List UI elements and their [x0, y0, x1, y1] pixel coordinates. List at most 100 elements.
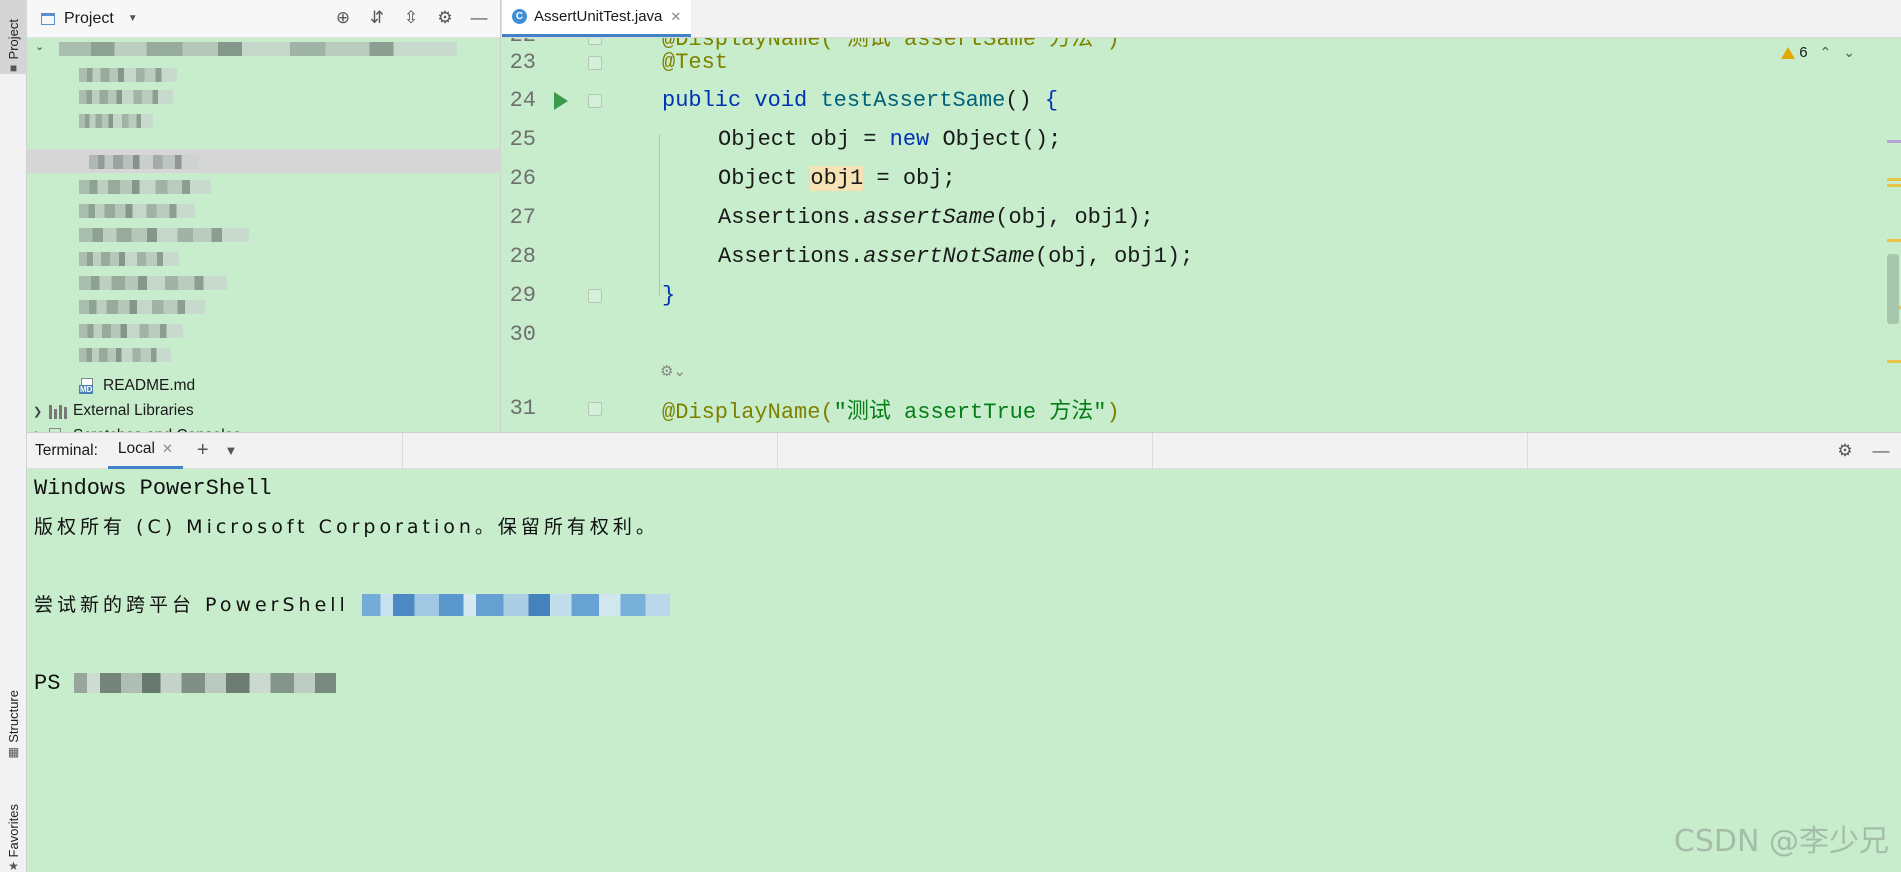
editor-tab-label: AssertUnitTest.java [534, 8, 663, 25]
structure-icon: ▦ [7, 745, 20, 759]
new-terminal-icon[interactable]: + [197, 439, 209, 462]
watermark: CSDN @李少兄 [1673, 824, 1889, 859]
redacted-tree-item [79, 228, 249, 242]
terminal-line: 版权所有 (C) Microsoft Corporation。保留所有权利。 [34, 516, 659, 538]
java-class-icon: C [512, 9, 527, 24]
tree-item-readme[interactable]: MD README.md [79, 374, 195, 398]
minimize-icon[interactable]: — [1871, 440, 1891, 462]
code-text: Object obj1 = obj; [718, 166, 956, 191]
redacted-link[interactable] [362, 594, 671, 617]
run-test-icon[interactable] [554, 92, 568, 110]
code-area[interactable]: 22 @DisplayName("测试 assertSame 方法") 23 @… [502, 38, 1901, 432]
structure-tool-label: Structure [6, 690, 21, 743]
code-line: 24 public void testAssertSame() { [502, 81, 1901, 120]
divider [402, 433, 403, 469]
divider [777, 433, 778, 469]
project-tool-button[interactable]: Project ■ [0, 0, 27, 74]
editor-tab-bar: C AssertUnitTest.java ✕ [502, 0, 1901, 38]
terminal-tab-label: Local [117, 440, 155, 457]
terminal-header: Terminal: Local ✕ + ▼ ⚙ — [27, 433, 1901, 469]
gear-icon[interactable]: ⚙ [435, 7, 455, 29]
code-line: 30 [502, 315, 1901, 354]
error-stripe[interactable] [1871, 38, 1901, 432]
code-line: 31 @DisplayName("测试 assertTrue 方法") [502, 389, 1901, 428]
line-number: 26 [509, 166, 536, 191]
code-text: Object obj = new Object(); [718, 127, 1062, 152]
fold-marker-icon[interactable] [588, 56, 602, 70]
gear-icon[interactable]: ⚙ [1835, 440, 1855, 462]
editor-tab-assert-unit-test[interactable]: C AssertUnitTest.java ✕ [502, 0, 692, 37]
redacted-path [73, 673, 336, 694]
stripe-mark[interactable] [1887, 178, 1901, 181]
code-line: 28 Assertions.assertNotSame(obj, obj1); [502, 237, 1901, 276]
terminal-tab-local[interactable]: Local ✕ [107, 433, 183, 469]
star-icon: ★ [8, 859, 19, 872]
redacted-tree-item [79, 204, 195, 218]
prompt-text: PS [34, 671, 61, 696]
code-line: 23 @Test [502, 43, 1901, 82]
minimize-icon[interactable]: — [469, 7, 489, 29]
code-vision-icon[interactable]: ⚙⌄ [660, 362, 686, 380]
code-text: } [662, 283, 676, 308]
close-icon[interactable]: ✕ [670, 9, 681, 25]
divider [1527, 433, 1528, 469]
terminal-toolbar: ⚙ — [1835, 440, 1891, 462]
code-text: @Test [662, 50, 729, 75]
favorites-tool-button[interactable]: Favorites ★ [0, 786, 27, 872]
line-number: 28 [509, 244, 536, 269]
tree-item-label: README.md [103, 377, 196, 394]
divider [1152, 433, 1153, 469]
favorites-tool-label: Favorites [6, 803, 21, 857]
code-text: public void testAssertSame() { [662, 88, 1059, 113]
fold-marker-icon[interactable] [588, 402, 602, 416]
redacted-tree-item [79, 300, 205, 314]
redacted-tree-item [79, 324, 183, 338]
code-text: @DisplayName("测试 assertTrue 方法") [662, 399, 1120, 425]
project-header: Project ▼ ⊕ ⇵ ⇳ ⚙ — [27, 0, 500, 38]
expand-all-icon[interactable]: ⇵ [367, 7, 387, 29]
library-icon [49, 403, 67, 419]
code-line: 26 Object obj1 = obj; [502, 159, 1901, 198]
redacted-tree-item [89, 155, 199, 169]
code-line: 25 Object obj = new Object(); [502, 120, 1901, 159]
fold-marker-icon[interactable] [588, 289, 602, 303]
expand-arrow-icon[interactable]: ⌄ [35, 40, 44, 53]
collapse-all-icon[interactable]: ⇳ [401, 7, 421, 29]
stripe-mark[interactable] [1887, 239, 1901, 242]
scrollbar-thumb[interactable] [1887, 254, 1899, 324]
line-number: 23 [509, 50, 536, 75]
stripe-mark[interactable] [1887, 184, 1901, 187]
line-number: 31 [509, 396, 536, 421]
terminal-output[interactable]: Windows PowerShell 版权所有 (C) Microsoft Co… [34, 469, 671, 703]
redacted-tree-item [79, 252, 179, 266]
line-number: 29 [509, 283, 536, 308]
left-tool-strip: Project ■ Structure ▦ Favorites ★ [0, 0, 27, 872]
stripe-mark[interactable] [1887, 360, 1901, 363]
close-icon[interactable]: ✕ [162, 441, 173, 457]
tree-item-external-libraries[interactable]: ❯ External Libraries [33, 399, 194, 423]
line-number: 25 [509, 127, 536, 152]
locate-icon[interactable]: ⊕ [333, 7, 353, 29]
terminal-line: 尝试新的跨平台 PowerShell [34, 586, 671, 625]
redacted-tree-item [79, 348, 171, 362]
chevron-down-icon[interactable]: ▼ [128, 13, 138, 24]
line-number: 27 [509, 205, 536, 230]
redacted-tree-item [79, 114, 153, 128]
redacted-tree-item [79, 180, 211, 194]
fold-marker-icon[interactable] [588, 94, 602, 108]
chevron-right-icon[interactable]: ❯ [33, 405, 49, 418]
redacted-tree-item [79, 276, 227, 290]
project-toolbar: ⊕ ⇵ ⇳ ⚙ — [333, 7, 489, 29]
code-editor: C AssertUnitTest.java ✕ 6 ⌃ ⌄ 22 @Displa… [502, 0, 1901, 432]
folder-icon: ■ [9, 61, 18, 75]
code-line: 29 } [502, 276, 1901, 315]
chevron-down-icon[interactable]: ▼ [225, 443, 238, 458]
terminal-line: Windows PowerShell [34, 476, 272, 501]
terminal-title: Terminal: [35, 441, 98, 459]
redacted-tree-item [79, 68, 177, 82]
structure-tool-button[interactable]: Structure ▦ [0, 676, 27, 758]
project-panel-title[interactable]: Project [64, 10, 114, 28]
stripe-mark[interactable] [1887, 140, 1901, 143]
